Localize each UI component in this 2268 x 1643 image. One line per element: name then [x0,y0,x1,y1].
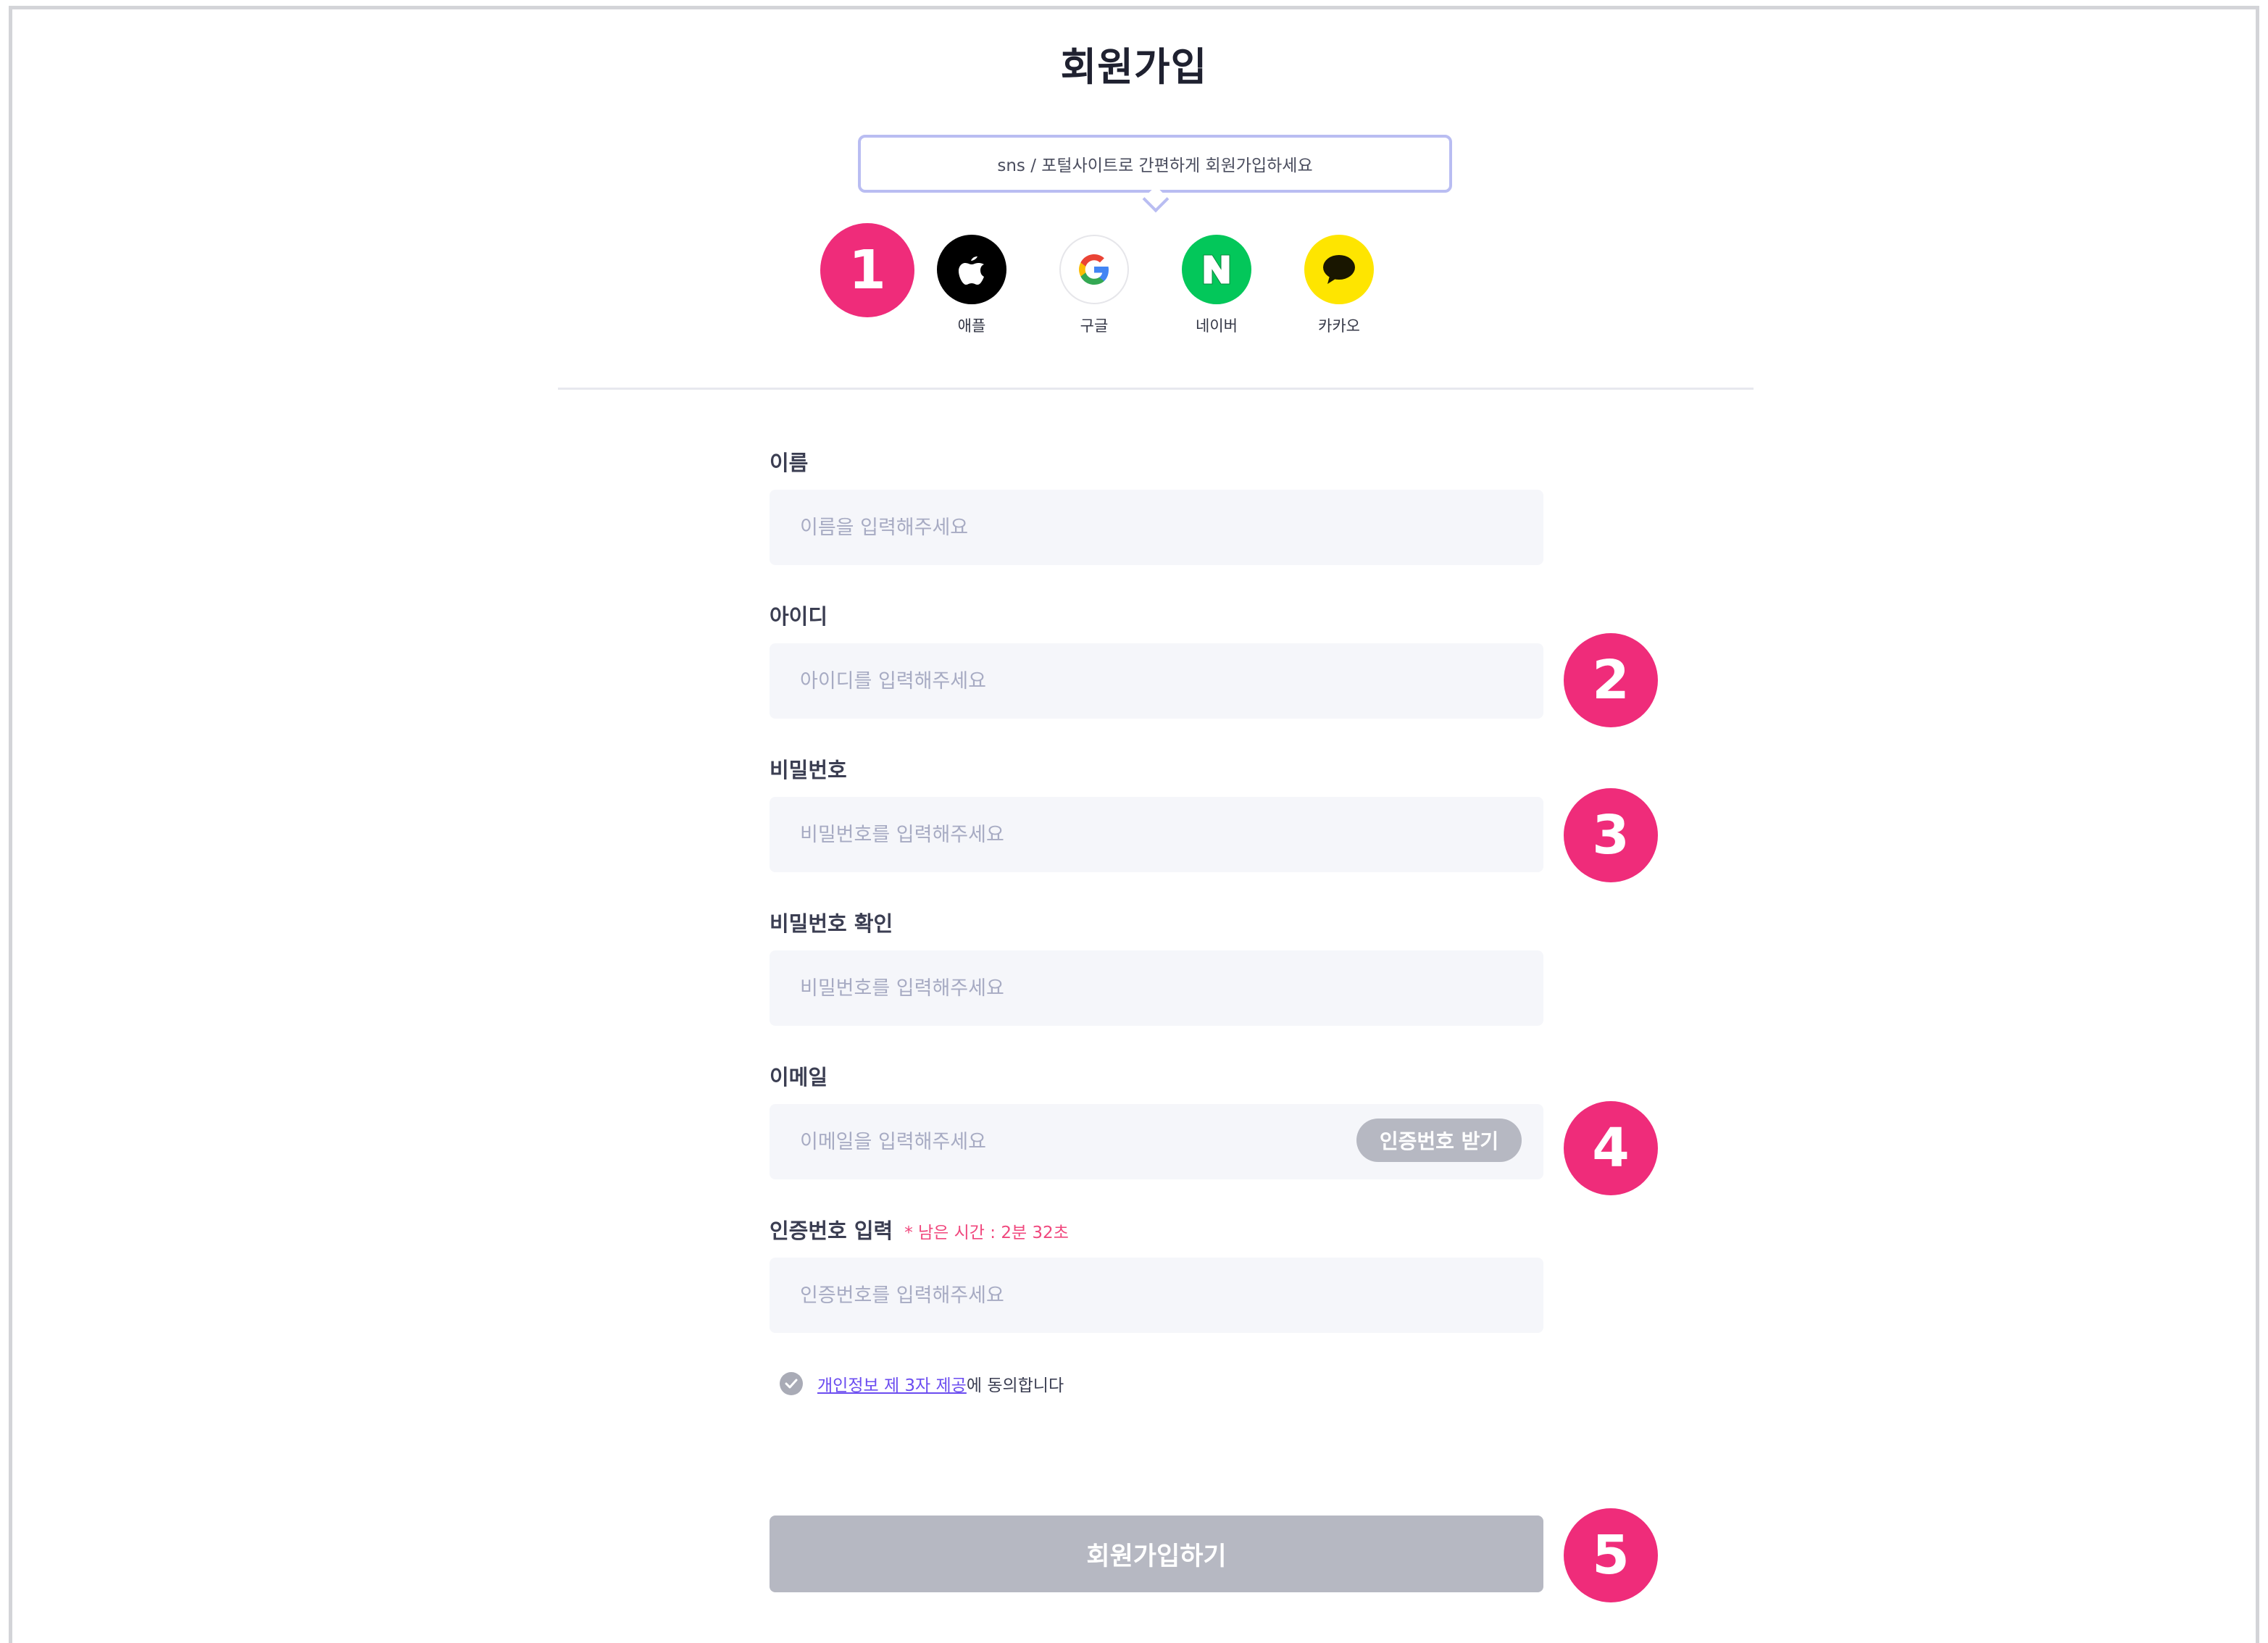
google-icon [1059,235,1129,304]
password-confirm-input[interactable] [770,950,1543,1026]
kakao-icon [1304,235,1374,304]
apple-icon [937,235,1006,304]
consent-suffix: 에 동의합니다 [966,1376,1064,1395]
sns-kakao-label: 카카오 [1318,317,1360,335]
email-label: 이메일 [770,1065,828,1090]
id-input[interactable] [770,643,1543,719]
divider [558,388,1754,390]
consent-row: 개인정보 제 3자 제공 에 동의합니다 [780,1371,1064,1396]
sns-tooltip: sns / 포털사이트로 간편하게 회원가입하세요 [858,135,1452,193]
code-label-text: 인증번호 입력 [770,1218,893,1243]
sns-kakao-button[interactable]: 카카오 [1292,235,1386,336]
annotation-marker-2: 2 [1564,633,1658,727]
sns-google-label: 구글 [1080,317,1109,335]
password-label: 비밀번호 [770,758,847,782]
annotation-marker-1: 1 [820,223,914,317]
annotation-marker-5: 5 [1564,1508,1658,1602]
check-icon [785,1379,798,1389]
signup-submit-button[interactable]: 회원가입하기 [770,1516,1543,1592]
annotation-marker-3: 3 [1564,788,1658,882]
code-timer: * 남은 시간 : 2분 32초 [904,1224,1069,1242]
page-title: 회원가입 [1060,44,1208,90]
sns-apple-label: 애플 [957,317,986,335]
id-label: 아이디 [770,604,828,629]
naver-icon [1182,235,1251,304]
sns-naver-label: 네이버 [1196,317,1238,335]
sns-apple-button[interactable]: 애플 [925,235,1019,336]
consent-checkbox[interactable] [780,1372,803,1395]
name-input[interactable] [770,490,1543,565]
sns-google-button[interactable]: 구글 [1047,235,1141,336]
code-input[interactable] [770,1258,1543,1333]
request-code-button[interactable]: 인증번호 받기 [1356,1119,1522,1162]
sns-naver-button[interactable]: 네이버 [1170,235,1264,336]
password-confirm-label: 비밀번호 확인 [770,911,893,936]
annotation-marker-4: 4 [1564,1101,1658,1195]
code-label: 인증번호 입력 * 남은 시간 : 2분 32초 [770,1214,1069,1245]
name-label: 이름 [770,451,809,475]
privacy-consent-link[interactable]: 개인정보 제 3자 제공 [817,1371,967,1396]
password-input[interactable] [770,797,1543,872]
sns-tooltip-text: sns / 포털사이트로 간편하게 회원가입하세요 [997,156,1313,175]
